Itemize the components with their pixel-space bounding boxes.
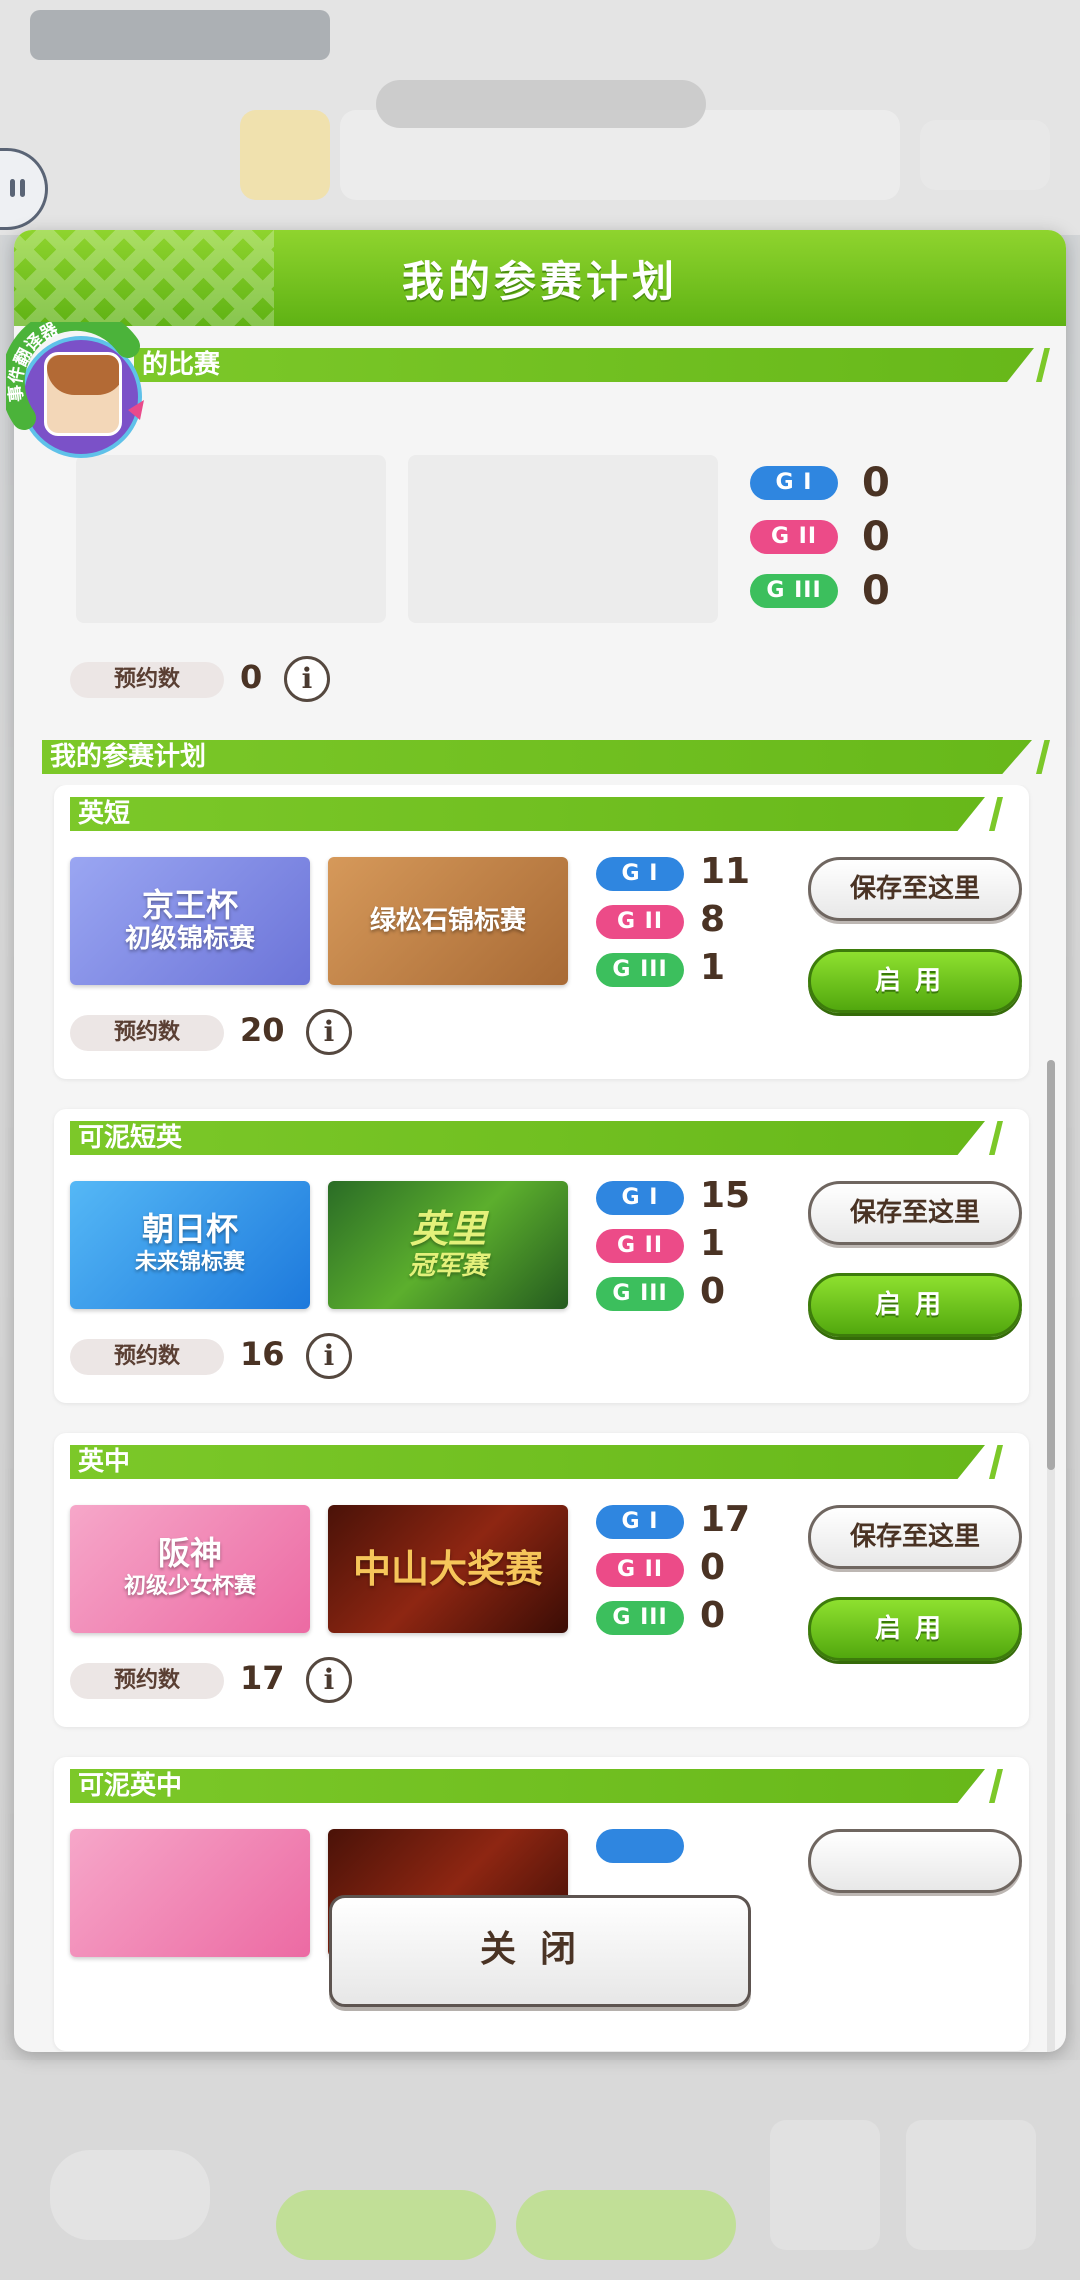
info-icon[interactable]: i <box>306 1657 352 1703</box>
grade-count: 0 <box>862 514 890 560</box>
grade-count: 0 <box>862 460 890 506</box>
toast-notification <box>376 80 706 128</box>
grade-badge-g1: G I <box>750 466 838 500</box>
grade-count: 15 <box>700 1175 751 1216</box>
section-header-tail <box>1036 740 1050 774</box>
enable-button[interactable]: 启用 <box>808 1597 1022 1661</box>
grade-badge-g1: G I <box>596 857 684 891</box>
plan-card: 英中 阪神 初级少女杯赛 中山大奖赛 G I 17 G II 0 G III 0… <box>54 1433 1029 1727</box>
plan-name: 英短 <box>70 797 985 831</box>
grade-badge-g3: G III <box>596 953 684 987</box>
grade-badge-g3: G III <box>596 1601 684 1635</box>
empty-race-slot <box>408 455 718 623</box>
grade-count: 8 <box>700 899 726 940</box>
plan-name: 英中 <box>70 1445 985 1479</box>
grade-badge-g2: G II <box>596 905 684 939</box>
scrollbar-thumb[interactable] <box>1047 1060 1055 1470</box>
plan-name-tail <box>989 1445 1003 1479</box>
save-here-button[interactable]: 保存至这里 <box>808 1505 1022 1569</box>
background-button <box>920 120 1050 190</box>
section-title: 我的参赛计划 <box>50 742 207 772</box>
section-header-reserved: 的比赛 <box>134 348 1034 382</box>
race-banner[interactable]: 绿松石锦标赛 <box>328 857 568 985</box>
reservation-count: 0 <box>240 658 263 696</box>
grade-count: 0 <box>700 1595 726 1636</box>
reservation-label: 预约数 <box>70 1015 224 1051</box>
grade-badge-g3: G III <box>750 574 838 608</box>
section-header-tail <box>1036 348 1050 382</box>
grade-badge-g2: G II <box>596 1229 684 1263</box>
race-banner[interactable] <box>70 1829 310 1957</box>
grade-count: 0 <box>700 1271 726 1312</box>
info-icon[interactable]: i <box>306 1009 352 1055</box>
plan-name-tail <box>989 797 1003 831</box>
mascot-badge[interactable]: 事件翻译器 <box>6 322 156 472</box>
section-header-plans: 我的参赛计划 <box>42 740 1032 774</box>
plan-list[interactable]: 英短 京王杯 初级锦标赛 绿松石锦标赛 G I 11 G II 8 G III … <box>36 785 1056 2052</box>
dialog-title: 我的参赛计划 <box>401 256 678 306</box>
save-here-button[interactable] <box>808 1829 1022 1893</box>
grade-count: 0 <box>700 1547 726 1588</box>
grade-badge-g2: G II <box>750 520 838 554</box>
plan-name: 可泥英中 <box>70 1769 985 1803</box>
race-banner[interactable]: 中山大奖赛 <box>328 1505 568 1633</box>
scrollbar[interactable] <box>1047 1060 1055 2052</box>
grade-badge-g1: G I <box>596 1505 684 1539</box>
empty-race-slot <box>76 455 386 623</box>
grade-count: 17 <box>700 1499 751 1540</box>
plan-card: 英短 京王杯 初级锦标赛 绿松石锦标赛 G I 11 G II 8 G III … <box>54 785 1029 1079</box>
grade-badge-g1 <box>596 1829 684 1863</box>
save-here-button[interactable]: 保存至这里 <box>808 857 1022 921</box>
reservation-count: 17 <box>240 1659 285 1697</box>
enable-button[interactable]: 启用 <box>808 1273 1022 1337</box>
reservation-label: 预约数 <box>70 662 224 698</box>
enable-button[interactable]: 启用 <box>808 949 1022 1013</box>
background-bottom-button <box>516 2190 736 2260</box>
grade-count: 0 <box>862 568 890 614</box>
background-bottom-button <box>276 2190 496 2260</box>
race-banner[interactable]: 英里 冠军赛 <box>328 1181 568 1309</box>
grade-count: 1 <box>700 947 726 988</box>
grade-badge-g3: G III <box>596 1277 684 1311</box>
reservation-label: 预约数 <box>70 1339 224 1375</box>
race-banner[interactable]: 京王杯 初级锦标赛 <box>70 857 310 985</box>
race-banner[interactable]: 阪神 初级少女杯赛 <box>70 1505 310 1633</box>
background-menu-icon <box>906 2120 1036 2250</box>
race-plan-dialog: 我的参赛计划 的比赛 G I 0 G II 0 G III 0 预约数 0 i … <box>14 230 1066 2052</box>
save-here-button[interactable]: 保存至这里 <box>808 1181 1022 1245</box>
dialog-header: 我的参赛计划 <box>14 230 1066 326</box>
grade-badge-g1: G I <box>596 1181 684 1215</box>
info-icon[interactable]: i <box>284 656 330 702</box>
background-tab-pill <box>30 10 330 60</box>
plan-card: 可泥短英 朝日杯 未来锦标赛 英里 冠军赛 G I 15 G II 1 G II… <box>54 1109 1029 1403</box>
mascot-banner-icon: 事件翻译器 <box>6 322 144 430</box>
grade-count: 11 <box>700 851 751 892</box>
close-button[interactable]: 关闭 <box>329 1895 751 2007</box>
reservation-count: 20 <box>240 1011 285 1049</box>
grade-count: 1 <box>700 1223 726 1264</box>
race-banner[interactable]: 朝日杯 未来锦标赛 <box>70 1181 310 1309</box>
reservation-count: 16 <box>240 1335 285 1373</box>
background-bottom-button <box>50 2150 210 2240</box>
background-icon <box>240 110 330 200</box>
plan-name: 可泥短英 <box>70 1121 985 1155</box>
grade-badge-g2: G II <box>596 1553 684 1587</box>
plan-name-tail <box>989 1769 1003 1803</box>
background-icon <box>770 2120 880 2250</box>
plan-name-tail <box>989 1121 1003 1155</box>
reservation-label: 预约数 <box>70 1663 224 1699</box>
info-icon[interactable]: i <box>306 1333 352 1379</box>
